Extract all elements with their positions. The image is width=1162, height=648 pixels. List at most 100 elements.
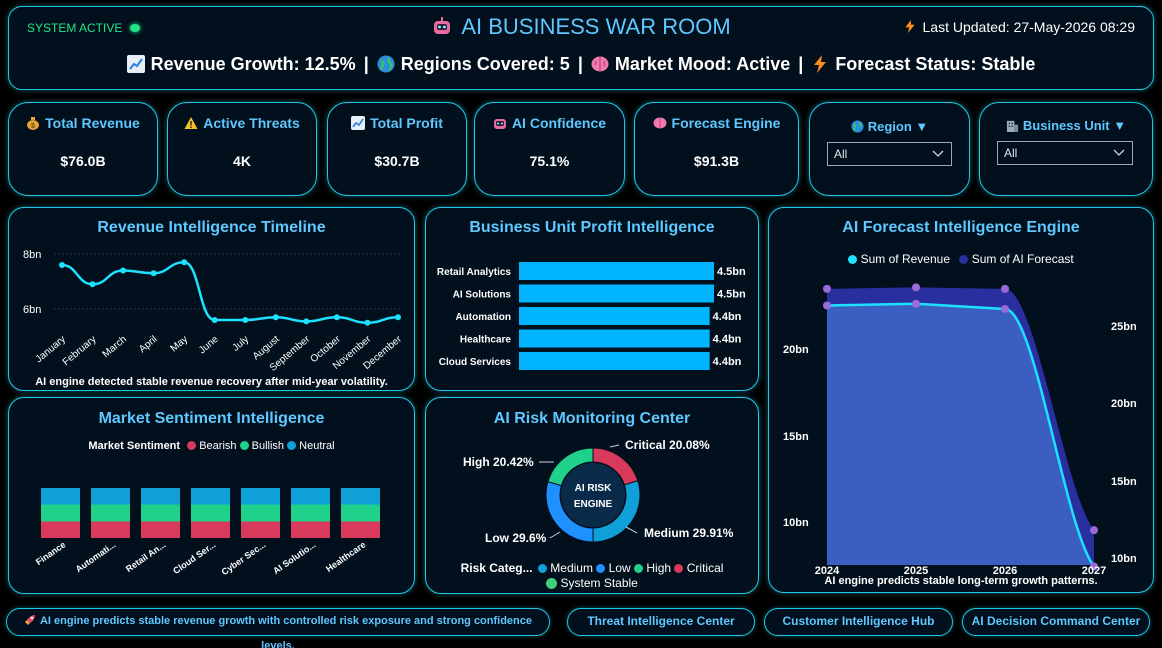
leader-line bbox=[609, 444, 620, 448]
forecast-point bbox=[912, 283, 920, 292]
metric-regions: Regions Covered: 5 bbox=[400, 54, 570, 74]
region-filter-label: Region ▼ bbox=[867, 119, 929, 134]
globe-icon bbox=[377, 55, 395, 73]
kpi-label-row: Active Threats bbox=[168, 115, 316, 131]
kpi-value: 75.1% bbox=[529, 153, 570, 169]
x-tick-label: Healthcare bbox=[324, 539, 367, 574]
donut-center bbox=[561, 463, 625, 527]
legend-swatch bbox=[239, 441, 249, 450]
category-label: Healthcare bbox=[460, 335, 512, 346]
brain-icon bbox=[653, 117, 667, 129]
forecast-note: AI engine predicts stable long-term grow… bbox=[824, 575, 1098, 587]
data-label: 4.5bn bbox=[717, 266, 746, 278]
customer-intelligence-button[interactable]: Customer Intelligence Hub bbox=[764, 608, 953, 636]
data-point bbox=[59, 262, 65, 268]
risk-legend: Risk Categ... Medium Low High Critical S… bbox=[426, 561, 758, 591]
sentiment-title: Market Sentiment Intelligence bbox=[98, 410, 325, 427]
business-unit-filter: Business Unit ▼ All bbox=[979, 102, 1153, 196]
kpi-value: $30.7B bbox=[374, 153, 420, 169]
kpi-label: AI Confidence bbox=[511, 115, 607, 131]
x-tick-label: Cloud Ser... bbox=[171, 539, 217, 576]
data-point bbox=[303, 318, 310, 325]
kpi-forecast-engine[interactable]: Forecast Engine $91.3B bbox=[634, 102, 799, 196]
right-tick-label: 25bn bbox=[1111, 321, 1137, 333]
data-point bbox=[181, 259, 188, 266]
metric-separator: | bbox=[577, 54, 583, 74]
legend-swatch bbox=[287, 441, 297, 450]
ai-decision-command-button[interactable]: AI Decision Command Center bbox=[962, 608, 1150, 636]
forecast-point bbox=[1090, 526, 1098, 535]
x-tick-label: May bbox=[169, 334, 191, 355]
legend-label: High bbox=[646, 561, 672, 575]
x-tick-label: April bbox=[137, 334, 159, 355]
revenue-timeline-card: Revenue Intelligence Timeline 8bn 6bn Ja… bbox=[8, 207, 415, 391]
forecast-card: AI Forecast Intelligence Engine Sum of R… bbox=[768, 207, 1154, 593]
sentiment-segment bbox=[241, 504, 280, 522]
globe-icon bbox=[851, 120, 864, 133]
profit-bar bbox=[519, 352, 710, 370]
legend-swatch bbox=[959, 255, 969, 264]
x-tick-label: March bbox=[101, 334, 129, 360]
risk-label-high: High 20.42% bbox=[463, 455, 534, 469]
kpi-label: Total Profit bbox=[370, 115, 443, 131]
kpi-label: Active Threats bbox=[203, 115, 300, 131]
system-stable-icon bbox=[546, 578, 558, 589]
kpi-active-threats[interactable]: Active Threats 4K bbox=[167, 102, 317, 196]
sentiment-segment bbox=[191, 488, 230, 505]
kpi-value: 4K bbox=[233, 153, 251, 169]
last-updated-text: Last Updated: 27-May-2026 08:29 bbox=[922, 19, 1135, 35]
data-point bbox=[242, 317, 249, 323]
data-label: 4.5bn bbox=[717, 289, 746, 301]
chevron-down-icon bbox=[1113, 149, 1125, 156]
forecast-legend: Sum of Revenue Sum of AI Forecast bbox=[769, 252, 1153, 266]
money-bag-icon: $ bbox=[27, 117, 40, 130]
sentiment-segment bbox=[141, 504, 180, 522]
risk-card: AI Risk Monitoring Center AI RISK ENGINE… bbox=[425, 397, 759, 594]
sentiment-segment bbox=[191, 521, 230, 538]
bu-profit-card: Business Unit Profit Intelligence Retail… bbox=[425, 207, 759, 391]
sentiment-segment bbox=[141, 488, 180, 505]
threat-intelligence-button[interactable]: Threat Intelligence Center bbox=[567, 608, 755, 636]
kpi-value: $91.3B bbox=[693, 153, 740, 169]
sentiment-segment bbox=[91, 504, 130, 522]
sentiment-segment bbox=[341, 521, 380, 538]
sentiment-segment bbox=[291, 521, 330, 538]
legend-swatch bbox=[596, 564, 606, 573]
sentiment-segment bbox=[41, 488, 80, 505]
donut-center-label: AI RISK bbox=[575, 483, 612, 494]
kpi-total-revenue[interactable]: $ Total Revenue $76.0B bbox=[8, 102, 158, 196]
data-point bbox=[395, 314, 401, 321]
business-unit-select[interactable]: All bbox=[997, 141, 1133, 165]
kpi-label-row: $ Total Revenue bbox=[9, 115, 157, 131]
forecast-area-chart: 20bn 15bn 10bn 25bn 20bn 15bn 10bn 2024 2… bbox=[783, 283, 1137, 577]
legend-swatch bbox=[187, 441, 197, 450]
kpi-ai-confidence[interactable]: AI Confidence 75.1% bbox=[474, 102, 625, 196]
risk-label-medium: Medium 29.91% bbox=[644, 526, 734, 540]
sentiment-segment bbox=[91, 521, 130, 538]
x-tick-label: Automati... bbox=[74, 539, 118, 574]
lightning-icon bbox=[814, 55, 827, 73]
legend-label: System Stable bbox=[560, 576, 638, 590]
risk-label-critical: Critical 20.08% bbox=[625, 438, 710, 452]
region-select[interactable]: All bbox=[827, 142, 952, 166]
donut-center-label: ENGINE bbox=[574, 499, 613, 510]
leader-line bbox=[625, 526, 638, 534]
region-select-value: All bbox=[834, 147, 848, 161]
chevron-down-icon bbox=[932, 150, 944, 157]
data-label: 4.4bn bbox=[713, 311, 742, 323]
kpi-total-profit[interactable]: Total Profit $30.7B bbox=[327, 102, 467, 196]
legend-title: Market Sentiment bbox=[88, 440, 181, 452]
revenue-point bbox=[1001, 304, 1009, 313]
metric-market-mood: Market Mood: Active bbox=[614, 54, 791, 74]
robot-icon bbox=[493, 119, 506, 129]
sentiment-segment bbox=[241, 488, 280, 505]
x-tick-label: Finance bbox=[34, 539, 68, 567]
data-point bbox=[272, 314, 279, 321]
filter-label-row: Business Unit ▼ bbox=[980, 118, 1152, 133]
data-point bbox=[89, 281, 96, 288]
data-label: 4.4bn bbox=[713, 334, 742, 346]
category-label: Automation bbox=[455, 312, 511, 323]
chart-up-icon bbox=[351, 116, 366, 130]
x-tick-label: AI Solutio... bbox=[271, 539, 317, 576]
x-tick-label: February bbox=[61, 334, 99, 368]
